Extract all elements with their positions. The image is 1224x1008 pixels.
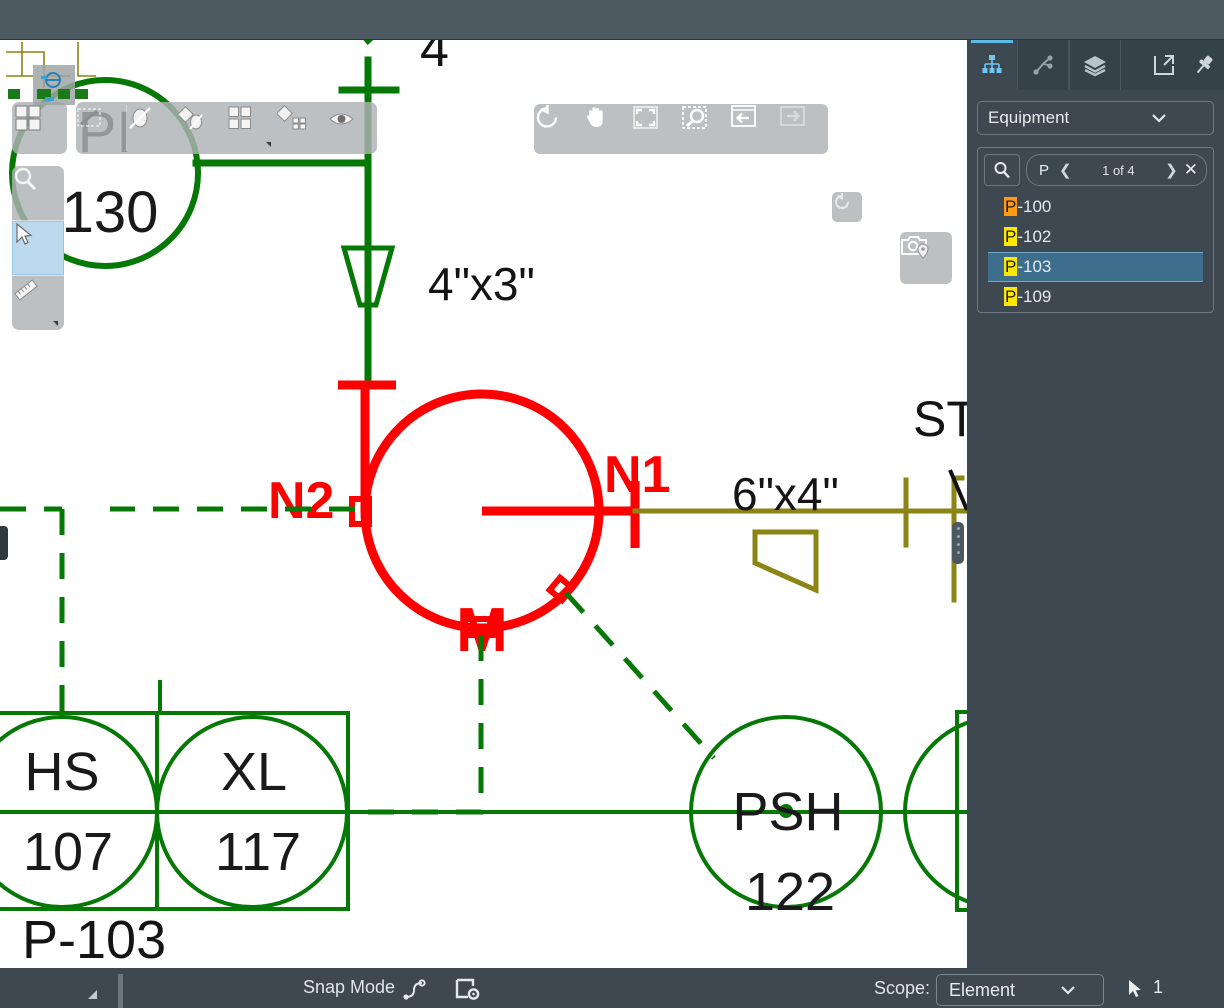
match-highlight: P — [1004, 197, 1017, 216]
search-results-list[interactable]: P-100 P-102 P-103 P-109 — [988, 192, 1203, 312]
visibility-eye-icon[interactable] — [327, 105, 377, 151]
tab-layers[interactable] — [1069, 40, 1121, 90]
reducer-label-suction: 4"x3" — [428, 258, 535, 310]
startstop-label: P-103 — [22, 910, 166, 968]
hierarchy-icon — [980, 53, 1004, 77]
search-input-value: P — [1033, 162, 1053, 179]
tab-strip-spacer — [1121, 40, 1144, 90]
match-counter: 1 of 4 — [1078, 163, 1160, 178]
instrument-xl-tag: XL — [221, 742, 287, 802]
scope-select-value: Element — [937, 980, 1020, 1001]
match-highlight: P — [1004, 287, 1017, 306]
show-all-icon[interactable] — [227, 105, 277, 151]
match-highlight: P — [1004, 227, 1017, 246]
window-header-bar — [0, 0, 1224, 40]
cursor-arrow-icon — [1127, 979, 1145, 1004]
toolbar-navigation-group[interactable] — [534, 104, 828, 154]
category-select[interactable]: Equipment — [977, 101, 1214, 135]
relations-icon — [1031, 53, 1055, 77]
status-bar: Snap Mode Scope: Element 1 — [0, 968, 1224, 1008]
rotate-reset-icon[interactable] — [534, 104, 583, 154]
toolbar-left-tools[interactable] — [12, 166, 64, 330]
selection-count: 1 — [1153, 977, 1163, 998]
pin-icon[interactable] — [1184, 40, 1224, 90]
resize-grip[interactable] — [88, 990, 97, 999]
hide-shape-icon[interactable] — [177, 105, 227, 151]
reducer-label-discharge: 6"x4" — [732, 468, 839, 520]
chevron-down-icon[interactable] — [1020, 985, 1103, 995]
instrument-psh-number: 122 — [745, 862, 835, 922]
search-icon[interactable] — [984, 154, 1020, 186]
dropdown-caret[interactable] — [53, 321, 58, 326]
find-row[interactable]: P ❮ 1 of 4 ❯ ✕ — [978, 148, 1213, 192]
instrument-hs-number: 107 — [23, 822, 113, 882]
list-item-label: -103 — [1017, 257, 1051, 276]
drawing-canvas[interactable]: PI 130 4"x3" 4 N2 N1 M — [0, 40, 967, 968]
search-input[interactable]: P ❮ 1 of 4 ❯ ✕ — [1026, 154, 1207, 186]
signal-line-to-psh — [566, 593, 714, 758]
canvas-scroll-handle-left[interactable] — [0, 526, 8, 560]
list-item[interactable]: P-109 — [988, 282, 1203, 312]
nozzle-label-n1: N1 — [604, 446, 670, 504]
zoom-window-icon[interactable] — [681, 104, 730, 154]
camera-location-icon[interactable] — [900, 232, 952, 284]
canvas-scroll-handle-right[interactable] — [952, 522, 964, 564]
list-item[interactable]: P-100 — [988, 192, 1203, 222]
instrument-psh-tag: PSH — [732, 782, 843, 842]
find-panel[interactable]: P ❮ 1 of 4 ❯ ✕ P-100 P-102 P-103 P-109 — [977, 147, 1214, 313]
popout-icon[interactable] — [1144, 40, 1184, 90]
close-icon[interactable]: ✕ — [1184, 160, 1200, 180]
instrument-xl-number: 117 — [215, 822, 301, 882]
chevron-right-icon[interactable]: ❯ — [1163, 161, 1180, 179]
clipped-label-right: START/STOP — [913, 391, 967, 447]
list-item-label: -109 — [1017, 287, 1051, 306]
zoom-tool[interactable] — [12, 166, 64, 220]
list-item-label: -102 — [1017, 227, 1051, 246]
layers-icon — [1082, 53, 1108, 77]
clipped-line-number-top: 4 — [420, 40, 449, 78]
instrument-pi-number: 130 — [62, 180, 159, 245]
toolbar-display-group[interactable] — [76, 102, 377, 154]
tab-relations[interactable] — [1017, 40, 1069, 90]
isolate-shape-icon[interactable] — [277, 105, 327, 151]
scope-select[interactable]: Element — [936, 974, 1104, 1006]
list-item[interactable]: P-102 — [988, 222, 1203, 252]
status-divider — [118, 974, 123, 1008]
measure-tool[interactable] — [12, 276, 64, 330]
chevron-left-icon[interactable]: ❮ — [1057, 161, 1074, 179]
pan-hand-icon[interactable] — [583, 104, 632, 154]
list-item-selected[interactable]: P-103 — [988, 252, 1203, 282]
select-tool[interactable] — [12, 221, 64, 275]
back-arrow-icon[interactable] — [730, 104, 779, 154]
right-side-panel: Equipment P ❮ 1 of 4 ❯ ✕ P-100 — [967, 40, 1224, 968]
instrument-hs-tag: HS — [24, 742, 99, 802]
view-reset-icon[interactable] — [832, 192, 862, 222]
category-select-value: Equipment — [978, 108, 1096, 128]
match-highlight: P — [1004, 257, 1017, 276]
snap-mode-label: Snap Mode — [303, 977, 395, 998]
scope-label: Scope: — [874, 978, 930, 999]
nozzle-label-n2: N2 — [268, 472, 334, 530]
overview-minimap[interactable] — [0, 40, 110, 130]
fit-to-screen-icon[interactable] — [632, 104, 681, 154]
snap-vertex-icon[interactable] — [402, 979, 426, 1006]
snap-settings-icon[interactable] — [455, 978, 481, 1007]
panel-tab-strip[interactable] — [967, 40, 1224, 90]
forward-arrow-icon[interactable] — [779, 104, 828, 154]
tab-hierarchy[interactable] — [967, 40, 1017, 90]
chevron-down-icon[interactable] — [1096, 113, 1214, 123]
dropdown-caret[interactable] — [266, 142, 271, 147]
pid-drawing: PI 130 4"x3" 4 N2 N1 M — [0, 40, 967, 968]
list-item-label: -100 — [1017, 197, 1051, 216]
hide-element-icon[interactable] — [127, 105, 177, 151]
